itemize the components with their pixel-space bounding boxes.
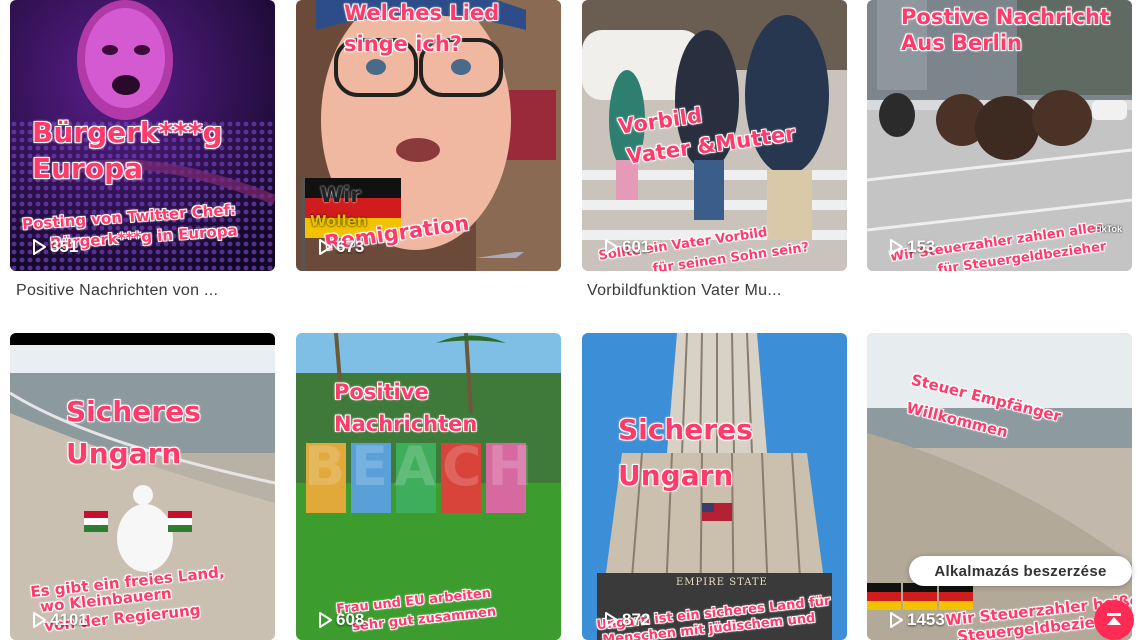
overlay-title-line1: Positive <box>334 380 429 404</box>
view-count-value: 601 <box>622 237 651 256</box>
view-count-value: 351 <box>50 237 79 256</box>
get-app-button[interactable]: Alkalmazás beszerzése <box>909 556 1132 586</box>
overlay-title-line2: Nachrichten <box>334 412 478 436</box>
video-card[interactable]: Vorbild Vater &Mutter Sollte ein Vater V… <box>582 0 847 271</box>
overlay-title-line2: Ungarn <box>66 437 182 470</box>
tiktok-watermark: TikTok <box>1093 224 1122 234</box>
arrow-up-icon <box>1107 613 1121 625</box>
view-count-value: 1453 <box>907 610 945 629</box>
view-count: 872 <box>604 610 650 630</box>
view-count: 351 <box>32 237 78 257</box>
video-card[interactable]: Welches Lied singe ich? Wir Wollen Remig… <box>296 0 561 271</box>
overlay-title-line1: Sicheres <box>618 413 753 446</box>
video-card[interactable]: Postive Nachricht Aus Berlin Wir Steuerz… <box>867 0 1132 271</box>
video-caption[interactable]: Positive Nachrichten von ... <box>16 282 218 300</box>
overlay-title-line2: Europa <box>32 152 144 185</box>
view-count: 1453 <box>889 610 945 630</box>
overlay-title-line1: Bürgerk***g <box>32 116 223 149</box>
video-card[interactable]: Steuer Empfänger Willkommen Wir Steuerza… <box>867 333 1132 640</box>
video-thumbnail <box>867 333 1132 640</box>
view-count: 153 <box>889 237 935 257</box>
overlay-title-line1: Sicheres <box>66 395 201 428</box>
play-icon <box>319 239 332 255</box>
view-count-value: 872 <box>622 610 651 629</box>
view-count-value: 4101 <box>50 610 88 629</box>
play-icon <box>890 612 903 628</box>
beach-sign: BEACH <box>304 435 539 498</box>
video-card[interactable]: Bürgerk***g Europa Posting von Twitter C… <box>10 0 275 271</box>
video-card[interactable]: Sicheres Ungarn Es gibt ein freies Land,… <box>10 333 275 640</box>
play-icon <box>33 612 46 628</box>
video-grid: Bürgerk***g Europa Posting von Twitter C… <box>0 0 1140 640</box>
play-icon <box>605 612 618 628</box>
back-to-top-button[interactable] <box>1094 600 1134 640</box>
video-caption[interactable]: Vorbildfunktion Vater Mu... <box>587 282 782 300</box>
video-card[interactable]: EMPIRE STATE Sicheres Ungarn Ungarn ist … <box>582 333 847 640</box>
overlay-title-line1: Postive Nachricht <box>901 5 1110 29</box>
overlay-title-line2: singe ich? <box>344 32 463 56</box>
overlay-title-line2: Ungarn <box>618 459 734 492</box>
view-count: 608 <box>318 610 364 630</box>
play-icon <box>605 239 618 255</box>
overlay-sub-line1: Wir <box>320 183 361 207</box>
view-count-value: 153 <box>907 237 936 256</box>
view-count-value: 608 <box>336 610 365 629</box>
view-count: 4101 <box>32 610 88 630</box>
overlay-title-line1: Welches Lied <box>344 1 500 25</box>
view-count: 673 <box>318 237 364 257</box>
view-count: 601 <box>604 237 650 257</box>
play-icon <box>33 239 46 255</box>
view-count-value: 673 <box>336 237 365 256</box>
empire-sign: EMPIRE STATE <box>676 577 768 588</box>
video-card[interactable]: BEACH Positive Nachrichten Frau und EU a… <box>296 333 561 640</box>
play-icon <box>319 612 332 628</box>
play-icon <box>890 239 903 255</box>
overlay-title-line2: Aus Berlin <box>901 31 1022 55</box>
